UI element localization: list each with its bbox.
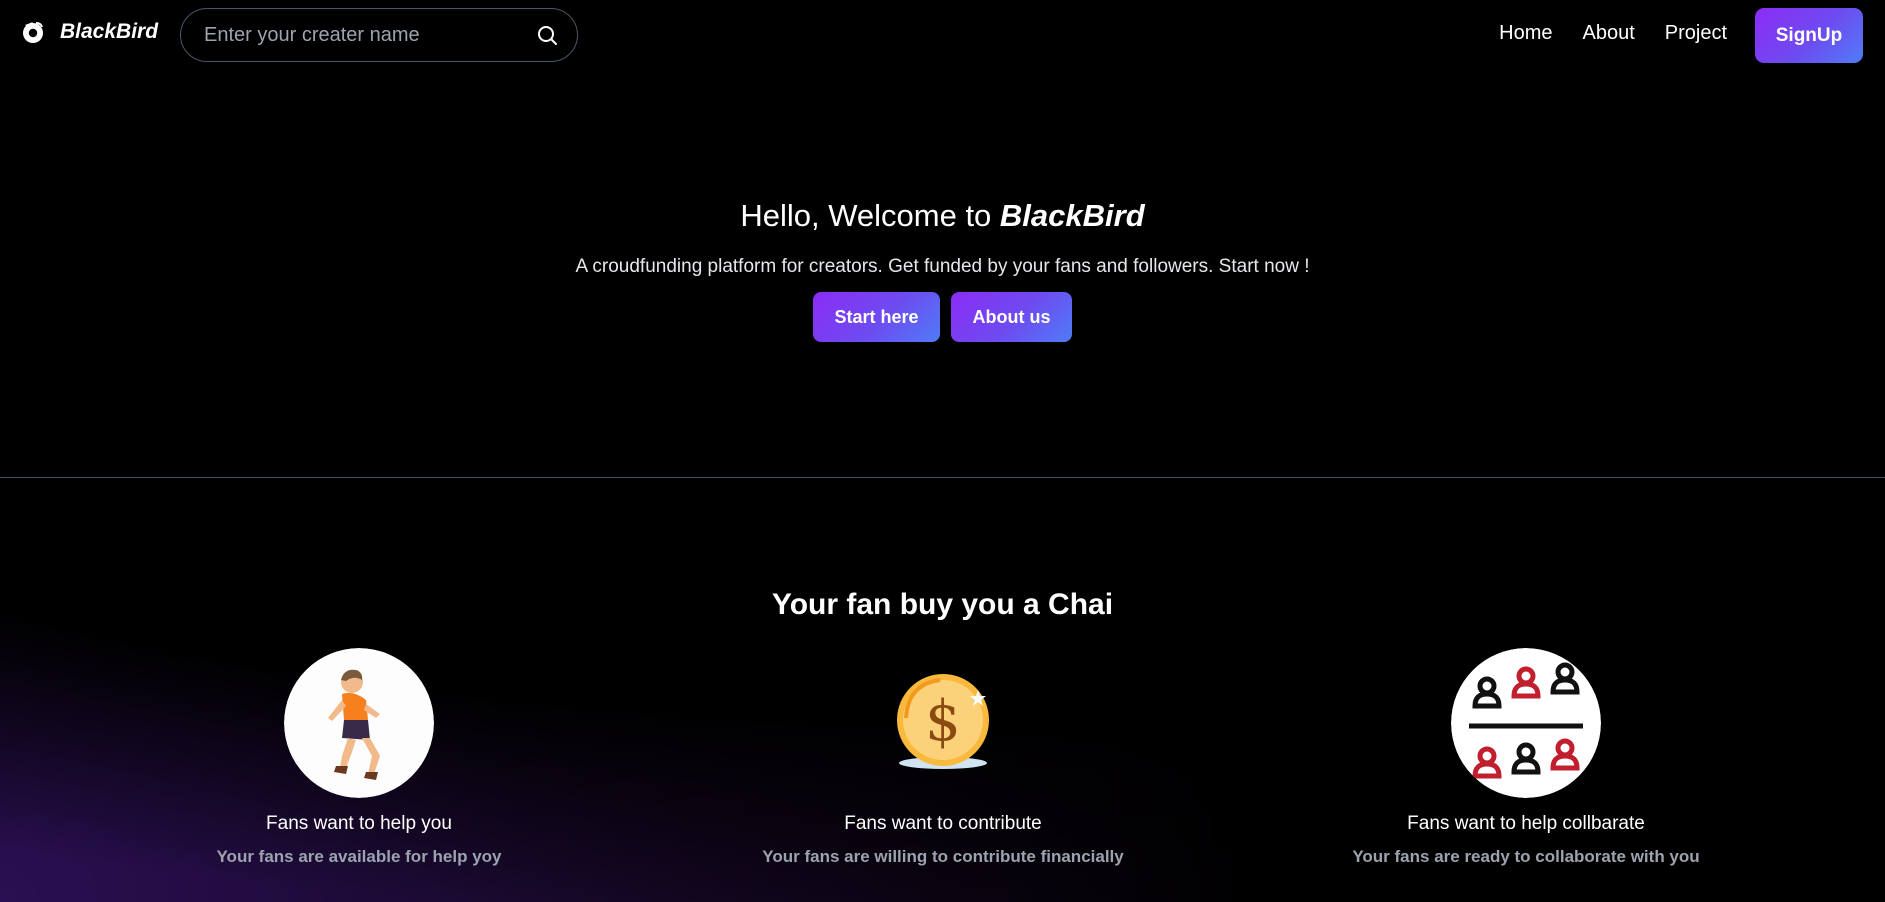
page: BlackBird Home About Project SignUp Hell… [0, 0, 1885, 902]
signup-button[interactable]: SignUp [1755, 8, 1863, 63]
search-box [180, 8, 578, 62]
coin-icon: $ [897, 674, 989, 769]
feature-title: Fans want to help you [266, 813, 452, 834]
hero-title-prefix: Hello, Welcome to [740, 198, 1000, 233]
feature-card-help: Fans want to help you Your fans are avai… [149, 648, 569, 868]
feature-description: Your fans are ready to collaborate with … [1352, 847, 1700, 866]
svg-text:$: $ [925, 689, 961, 754]
feature-title: Fans want to help collbarate [1407, 813, 1645, 834]
nav-about-link[interactable]: About [1582, 22, 1634, 45]
feature-title: Fans want to contribute [844, 813, 1042, 834]
start-here-button[interactable]: Start here [813, 292, 940, 342]
section-divider [0, 477, 1885, 478]
hero-title-brand: BlackBird [999, 198, 1145, 233]
features-title: Your fan buy you a Chai [771, 588, 1114, 621]
hero-subtitle: A croudfunding platform for creators. Ge… [575, 256, 1310, 277]
brand[interactable]: BlackBird [20, 19, 158, 45]
nav-project-link[interactable]: Project [1665, 22, 1727, 45]
search-icon[interactable] [535, 23, 559, 47]
feature-description: Your fans are willing to contribute fina… [762, 847, 1124, 866]
running-person-icon [284, 648, 434, 798]
nav-home-link[interactable]: Home [1499, 22, 1552, 45]
about-us-button[interactable]: About us [951, 292, 1072, 342]
brand-name: BlackBird [60, 20, 159, 43]
group-icon [1451, 648, 1601, 798]
feature-card-collaborate: Fans want to help collbarate Your fans a… [1316, 648, 1736, 868]
feature-description: Your fans are available for help yoy [216, 847, 502, 866]
blackbird-logo-icon [23, 22, 43, 43]
nav-links: Home About Project [1499, 22, 1727, 45]
navbar: BlackBird Home About Project SignUp [0, 0, 1885, 72]
hero-buttons: Start here About us [0, 292, 1885, 342]
hero-title: Hello, Welcome to BlackBird [0, 190, 1885, 242]
search-input[interactable] [202, 22, 535, 48]
hero-section: Hello, Welcome to BlackBird A croudfundi… [0, 190, 1885, 342]
feature-card-contribute: $ Fans want to contribute Your fans are … [733, 648, 1153, 868]
